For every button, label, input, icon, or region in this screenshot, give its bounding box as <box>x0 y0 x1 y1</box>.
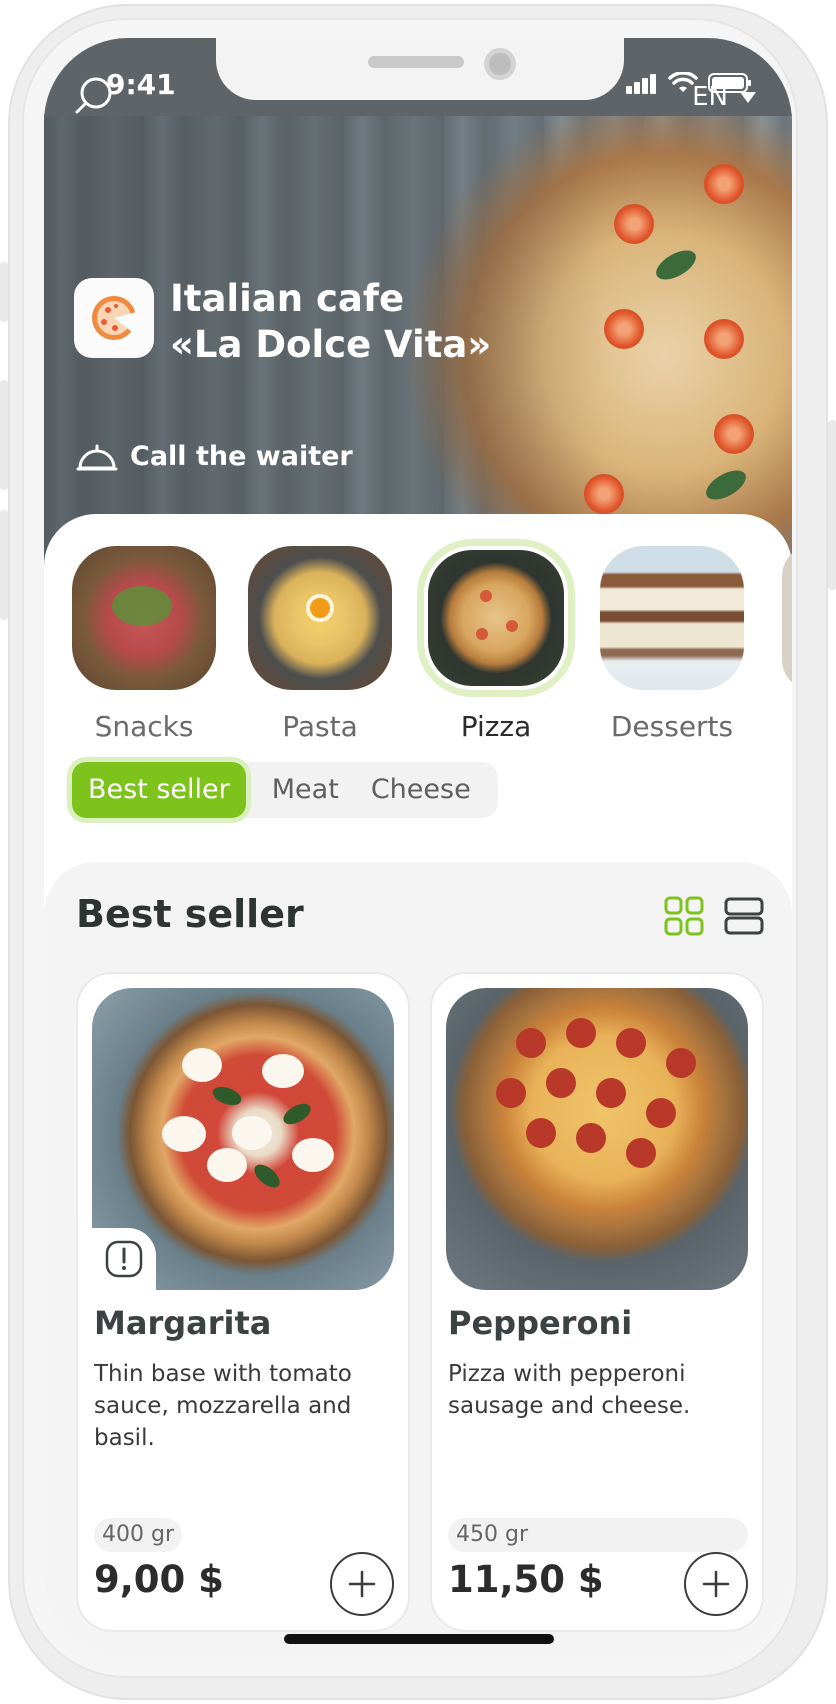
list-view-icon[interactable] <box>724 896 764 936</box>
product-price: 9,00 $ <box>94 1558 224 1601</box>
category-image <box>248 546 392 690</box>
cafe-name-line-1: Italian cafe <box>170 277 405 320</box>
section-title: Best seller <box>76 892 304 936</box>
category-image <box>600 546 744 690</box>
cafe-name-line-2: «La Dolce Vita» <box>170 323 492 366</box>
signal-icon <box>626 74 658 94</box>
product-card-margarita[interactable]: Margarita Thin base with tomato sauce, m… <box>76 972 410 1632</box>
product-price: 11,50 $ <box>448 1558 604 1601</box>
add-to-cart-button[interactable] <box>330 1552 394 1616</box>
call-waiter-label: Call the waiter <box>130 440 353 472</box>
alert-info-icon <box>105 1240 143 1278</box>
call-waiter-button[interactable]: Call the waiter <box>76 440 353 472</box>
product-weight: 400 gr <box>94 1518 182 1552</box>
add-to-cart-button[interactable] <box>684 1552 748 1616</box>
category-next-peek[interactable] <box>782 546 792 690</box>
filter-cheese[interactable]: Cheese <box>355 762 487 818</box>
cafe-logo <box>74 278 154 358</box>
category-pasta[interactable]: Pasta <box>248 546 392 743</box>
product-name: Margarita <box>94 1304 272 1342</box>
volume-up-button <box>0 380 8 490</box>
grid-view-icon[interactable] <box>664 896 704 936</box>
device-notch <box>216 38 624 100</box>
chevron-down-icon <box>740 91 756 103</box>
product-description: Thin base with tomato sauce, mozzarella … <box>94 1361 352 1451</box>
category-label: Pizza <box>460 710 532 743</box>
filter-meat[interactable]: Meat <box>256 762 355 818</box>
best-seller-section: Best seller Margarita Thin base with tom… <box>44 862 792 1658</box>
category-snacks[interactable]: Snacks <box>72 546 216 743</box>
info-button[interactable] <box>92 1228 156 1290</box>
category-label: Snacks <box>94 710 194 743</box>
category-desserts[interactable]: Desserts <box>600 546 744 743</box>
cafe-name: Italian cafe «La Dolce Vita» <box>170 276 491 368</box>
app-screen: 9:41 EN Italian cafe «La Dolce Vita» Cal… <box>44 38 792 1658</box>
category-list: Snacks Pasta Pizza Desserts <box>72 539 744 743</box>
plus-icon <box>702 1570 730 1598</box>
bell-icon <box>76 444 118 471</box>
menu-sheet: Snacks Pasta Pizza Desserts Best seller … <box>44 514 792 1658</box>
speaker-grille <box>368 56 464 68</box>
product-image <box>446 988 748 1290</box>
pizza-logo-icon <box>92 296 137 340</box>
category-label: Pasta <box>282 710 358 743</box>
category-label: Desserts <box>610 710 734 743</box>
volume-down-button <box>0 510 8 620</box>
filter-tabs: Best seller Meat Cheese <box>72 762 498 818</box>
language-label: EN <box>692 82 728 112</box>
power-button <box>828 420 836 590</box>
front-camera <box>484 48 516 80</box>
product-name: Pepperoni <box>448 1304 633 1342</box>
product-description: Pizza with pepperoni sausage and cheese. <box>448 1361 691 1419</box>
category-image <box>72 546 216 690</box>
status-time: 9:41 <box>106 68 176 101</box>
product-card-pepperoni[interactable]: Pepperoni Pizza with pepperoni sausage a… <box>430 972 764 1632</box>
filter-best-seller[interactable]: Best seller <box>72 762 246 818</box>
search-icon[interactable] <box>72 74 116 118</box>
category-image <box>417 539 575 697</box>
category-pizza[interactable]: Pizza <box>417 539 575 743</box>
home-indicator[interactable] <box>284 1634 554 1644</box>
language-selector[interactable]: EN <box>692 82 756 112</box>
plus-icon <box>348 1570 376 1598</box>
mute-switch <box>0 262 8 322</box>
product-weight: 450 gr <box>448 1518 748 1552</box>
